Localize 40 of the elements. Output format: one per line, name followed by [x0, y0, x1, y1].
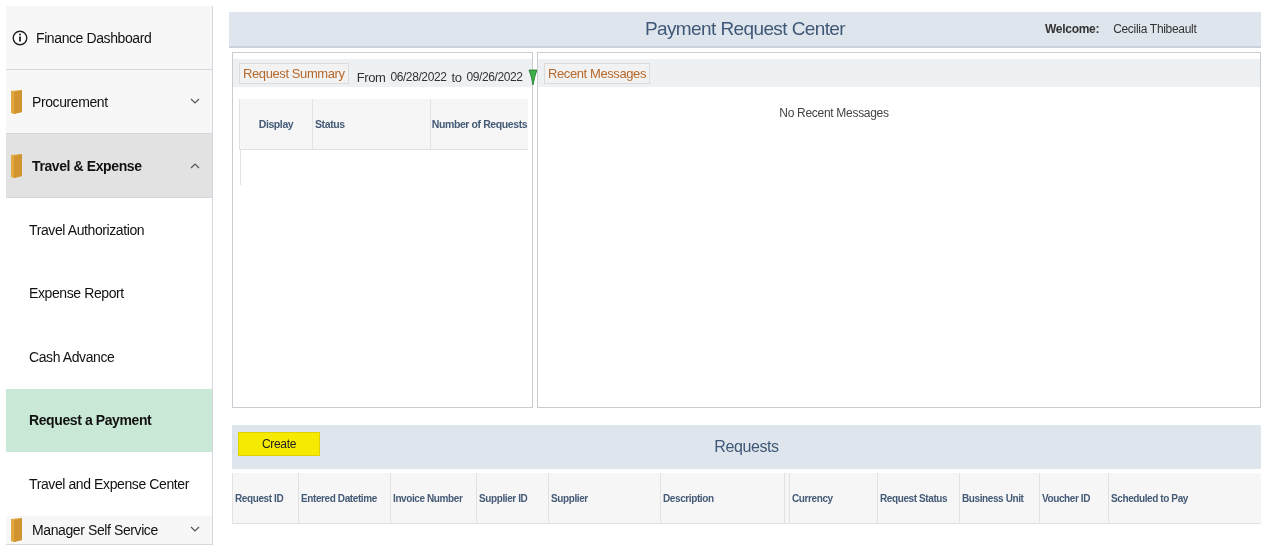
column-header: Currency: [789, 473, 877, 523]
from-date: 06/28/2022: [390, 70, 447, 84]
folder-icon: [10, 89, 24, 114]
sidebar-subitem[interactable]: Travel Authorization: [6, 198, 212, 262]
sidebar-folder[interactable]: Travel & Expense: [6, 134, 212, 198]
column-header: Business Unit: [959, 473, 1039, 523]
column-header: Number of Requests: [430, 99, 528, 149]
user-name: Cecilia Thibeault: [1113, 22, 1197, 36]
sidebar-subitem[interactable]: Expense Report: [6, 261, 212, 325]
to-label: to: [451, 69, 462, 85]
panel-title: Request Summary: [239, 62, 349, 84]
chevron-up-icon[interactable]: [190, 162, 200, 169]
sidebar-folder[interactable]: Manager Self Service: [6, 515, 212, 545]
folder-icon: [10, 153, 24, 178]
folder-icon: [10, 517, 24, 542]
info-icon: [12, 29, 28, 46]
column-header: Scheduled to Pay: [1108, 473, 1261, 523]
column-header: Voucher ID: [1039, 473, 1108, 523]
column-header: Status: [312, 99, 430, 149]
chevron-down-icon[interactable]: [190, 526, 200, 534]
requests-title: Requests: [714, 438, 779, 456]
column-header: Request ID: [232, 473, 298, 523]
empty-message: No Recent Messages: [779, 106, 889, 120]
column-header: Supplier ID: [476, 473, 548, 523]
panel-title: Recent Messages: [544, 62, 651, 84]
page-title: Payment Request Center: [644, 18, 846, 40]
sidebar-subitem[interactable]: Request a Payment: [6, 388, 212, 452]
column-header: Description: [660, 473, 784, 523]
chevron-down-icon[interactable]: [190, 98, 200, 105]
column-header: Entered Datetime: [298, 473, 390, 523]
sidebar-subitem[interactable]: Cash Advance: [6, 325, 212, 389]
column-header: Display: [239, 99, 312, 149]
create-button[interactable]: Create: [238, 432, 320, 456]
column-header: Request Status: [877, 473, 959, 523]
to-date: 09/26/2022: [466, 70, 523, 84]
column-header: Supplier: [548, 473, 660, 523]
welcome-label: Welcome:: [1045, 22, 1100, 36]
column-header: Invoice Number: [390, 473, 476, 523]
from-label: From: [356, 69, 386, 85]
sidebar-subitem[interactable]: Travel and Expense Center: [6, 452, 212, 516]
